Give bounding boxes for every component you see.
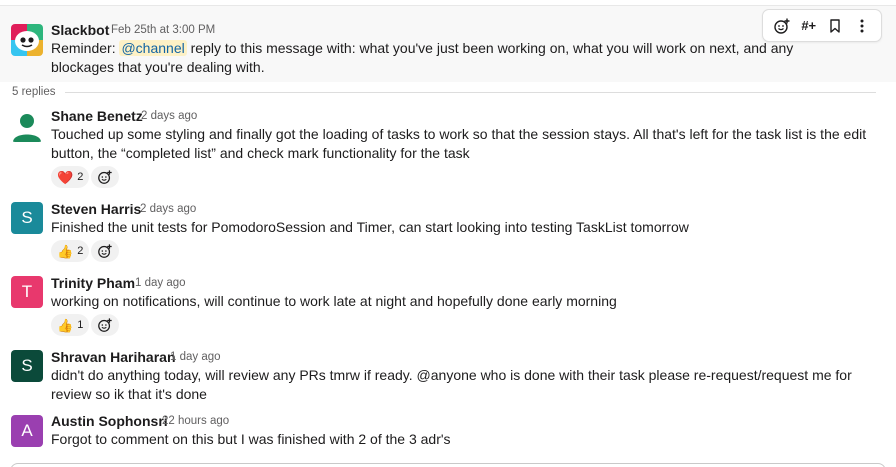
reply-timestamp[interactable]: 1 day ago [170, 351, 221, 363]
add-reaction-icon [98, 170, 112, 184]
reply-author[interactable]: Shane Benetz [51, 108, 143, 124]
add-reaction-icon [98, 244, 112, 258]
reply-timestamp[interactable]: 1 day ago [135, 277, 186, 289]
add-reaction-icon [774, 18, 790, 34]
add-to-channel-button[interactable]: #+ [797, 14, 821, 38]
avatar-trinity-pham[interactable]: T [11, 276, 43, 308]
slackbot-avatar[interactable] [11, 24, 43, 56]
reply-author[interactable]: Austin Sophonsri [51, 413, 168, 429]
avatar-letter: S [21, 208, 33, 227]
reply-author[interactable]: Steven Harris [51, 201, 141, 217]
replies-divider: 5 replies [12, 84, 876, 100]
more-actions-icon [860, 19, 864, 32]
add-reaction-icon [98, 318, 112, 332]
reply-author[interactable]: Trinity Pham [51, 275, 135, 291]
slackbot-logo-icon [11, 24, 43, 56]
bookmark-icon [830, 18, 840, 33]
thumbs-up-emoji-icon: 👍 [57, 317, 74, 333]
reaction-count: 2 [77, 171, 84, 183]
avatar-shravan-hariharan[interactable]: S [11, 350, 43, 382]
reply-timestamp[interactable]: 2 days ago [140, 203, 196, 215]
avatar-steven-harris[interactable]: S [11, 202, 43, 234]
channel-mention[interactable]: @channel [119, 40, 187, 56]
parent-timestamp[interactable]: Feb 25th at 3:00 PM [111, 24, 215, 36]
reply-composer-edge[interactable] [10, 463, 886, 467]
avatar-letter: A [21, 421, 33, 440]
add-reaction-button[interactable] [91, 314, 119, 336]
reply-timestamp[interactable]: 22 hours ago [162, 415, 229, 427]
reaction-count: 2 [77, 245, 84, 257]
avatar-letter: T [21, 282, 33, 301]
avatar-letter: S [21, 356, 33, 375]
message-actions-toolbar: #+ [762, 9, 882, 42]
reaction-count: 1 [77, 319, 84, 331]
replies-count: 5 replies [12, 86, 56, 98]
reply-text: Forgot to comment on this but I was fini… [51, 431, 451, 447]
more-actions-button[interactable] [850, 14, 874, 38]
reply-text: Finished the unit tests for PomodoroSess… [51, 219, 689, 235]
save-for-later-button[interactable] [823, 14, 847, 38]
reply-text: working on notifications, will continue … [51, 293, 617, 309]
reaction-thumbs-up[interactable]: 👍 2 [51, 240, 90, 262]
reaction-heart[interactable]: ❤️ 2 [51, 166, 90, 188]
replies-divider-line [65, 91, 876, 93]
parent-author[interactable]: Slackbot [51, 22, 109, 38]
add-reaction-button[interactable] [91, 240, 119, 262]
avatar-austin-sophonsri[interactable]: A [11, 415, 43, 447]
add-to-channel-icon: #+ [801, 18, 817, 33]
person-silhouette-icon [13, 114, 41, 142]
reply-text: didn't do anything today, will review an… [51, 367, 852, 402]
heart-emoji-icon: ❤️ [57, 169, 74, 185]
reply-author[interactable]: Shravan Hariharan [51, 349, 176, 365]
reply-timestamp[interactable]: 2 days ago [141, 110, 197, 122]
avatar-shane-benetz[interactable] [11, 110, 43, 142]
parent-text-prefix: Reminder: [51, 40, 120, 56]
parent-message-text: Reminder: @channel reply to this message… [51, 39, 851, 77]
thumbs-up-emoji-icon: 👍 [57, 243, 74, 259]
add-reaction-button[interactable] [770, 14, 794, 38]
reaction-thumbs-up[interactable]: 👍 1 [51, 314, 90, 336]
reply-text: Touched up some styling and finally got … [51, 126, 867, 161]
add-reaction-button[interactable] [91, 166, 119, 188]
